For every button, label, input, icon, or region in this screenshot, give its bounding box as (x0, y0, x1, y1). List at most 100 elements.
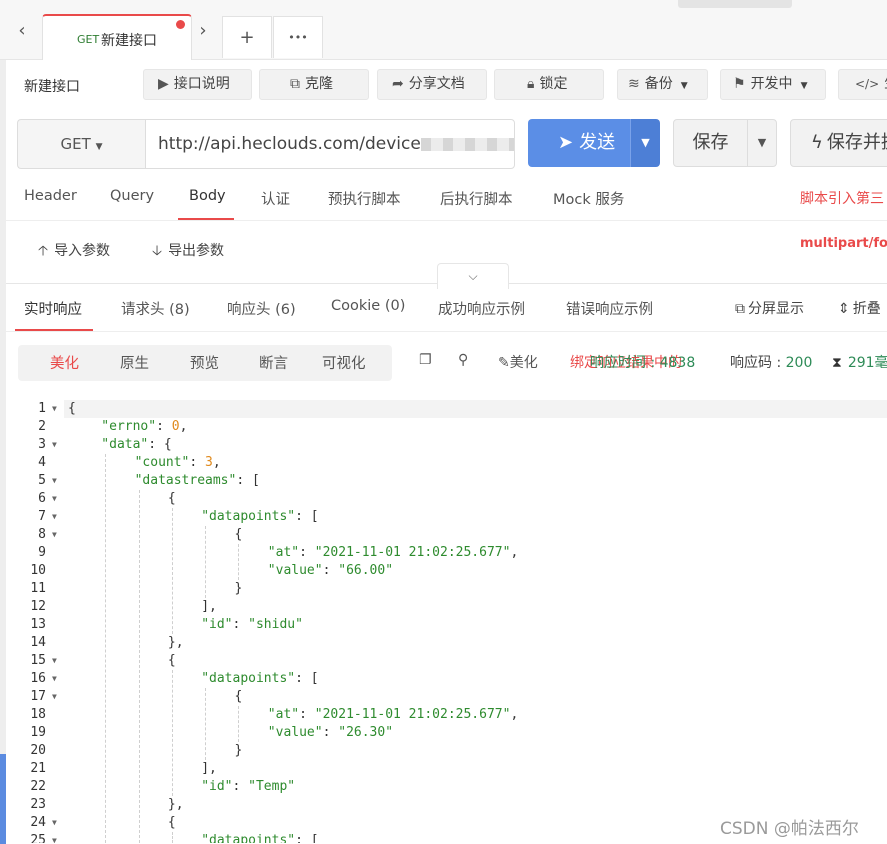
fold-arrow-icon[interactable]: ▼ (52, 508, 60, 526)
export-params-button[interactable]: 🡣 导出参数 (152, 240, 224, 264)
hourglass-icon: ⧗ (832, 355, 842, 371)
line-number: 25 (30, 833, 46, 843)
save-dropdown-button[interactable]: ▼ (747, 119, 777, 167)
response-time-label: 响应时间 : 4838 (590, 355, 696, 371)
fold-arrow-icon[interactable]: ▼ (52, 688, 60, 706)
tab-cookie[interactable]: Cookie (0) (331, 298, 405, 314)
tab-post-script[interactable]: 后执行脚本 (440, 188, 513, 209)
fold-arrow-icon[interactable]: ▼ (52, 472, 60, 490)
view-mode-assert[interactable]: 断言 (259, 352, 288, 373)
share-doc-button[interactable]: ➦ 分享文档 (377, 69, 487, 100)
send-button[interactable]: ➤ 发送 (528, 119, 630, 167)
chevron-down-icon: ▼ (800, 81, 808, 91)
more-tabs-button[interactable]: ••• (273, 16, 323, 58)
tab-live-response[interactable]: 实时响应 (24, 298, 82, 319)
fold-arrow-icon[interactable]: ▼ (52, 832, 60, 843)
fold-arrow-icon[interactable]: ▼ (52, 670, 60, 688)
response-code-editor[interactable]: 1 ▼ 2 3 ▼ 4 5 ▼ 6 ▼ 7 ▼ 8 ▼ 9 10 11 12 13 14 15 ▼ 16 ▼ 17 ▼ 18 19 20… (6, 398, 887, 843)
save-button[interactable]: 保存 (673, 119, 748, 167)
tab-request-headers[interactable]: 请求头 (8) (121, 298, 190, 319)
line-number: 20 (30, 743, 46, 758)
code-line: "data": { (101, 437, 172, 452)
view-mode-preview[interactable]: 预览 (190, 352, 219, 373)
split-view-button[interactable]: ⧉ 分屏显示 (735, 298, 804, 318)
line-number: 14 (30, 635, 46, 650)
code-line: { (234, 689, 243, 704)
line-number: 24 (30, 815, 46, 830)
code-content: {"errno": 0, "data": {"count": 3, "datastr… (64, 398, 887, 843)
code-line: } (234, 581, 243, 596)
script-import-note[interactable]: 脚本引入第三 (800, 188, 884, 208)
beautify-button[interactable]: ✎美化 (498, 352, 538, 372)
tab-title: 新建接口 (101, 33, 157, 49)
fold-arrow-icon[interactable]: ▼ (52, 526, 60, 544)
tab-success-example[interactable]: 成功响应示例 (438, 298, 525, 319)
code-line: { (167, 815, 176, 830)
line-number: 12 (30, 599, 46, 614)
add-tab-button[interactable]: + (222, 16, 272, 58)
divider (6, 220, 887, 221)
top-scroll-thumb[interactable] (678, 0, 792, 8)
tab-header[interactable]: Header (24, 188, 77, 204)
tab-body[interactable]: Body (189, 188, 226, 204)
content-type-label[interactable]: multipart/for (800, 236, 887, 251)
collapse-handle[interactable]: ⌵ (437, 263, 509, 289)
caret-down-icon: ▼ (757, 136, 767, 149)
save-and-run-button[interactable]: ϟ保存并执 (790, 119, 887, 167)
fold-label: 折叠 (852, 301, 881, 317)
doc-button[interactable]: ▶ 接口说明 (143, 69, 252, 100)
generate-code-button[interactable]: </>生 (838, 69, 887, 100)
backup-button[interactable]: ≋ 备份 ▼ (617, 69, 708, 100)
import-params-button[interactable]: 🡡 导入参数 (38, 240, 110, 264)
chevron-right-icon[interactable]: › (193, 18, 213, 44)
code-line: }, (167, 635, 184, 650)
fold-arrow-icon[interactable]: ▼ (52, 436, 60, 454)
tab-pre-script[interactable]: 预执行脚本 (328, 188, 401, 209)
lock-button[interactable]: 🔒︎ 锁定 (494, 69, 604, 100)
view-mode-pretty[interactable]: 美化 (50, 352, 79, 373)
fold-arrow-icon[interactable]: ▼ (52, 490, 60, 508)
fold-button[interactable]: ⇕ 折叠 (838, 298, 881, 318)
tab-auth[interactable]: 认证 (261, 188, 290, 209)
view-mode-raw[interactable]: 原生 (120, 352, 149, 373)
tab-response-headers[interactable]: 响应头 (6) (227, 298, 296, 319)
status-dev-button[interactable]: ⚑ 开发中 ▼ (720, 69, 826, 100)
line-number: 9 (38, 545, 46, 560)
view-mode-visual[interactable]: 可视化 (322, 352, 366, 373)
line-number: 18 (30, 707, 46, 722)
lock-icon: 🔒︎ (527, 76, 535, 92)
code-line: "datastreams": [ (134, 473, 260, 488)
chevron-left-icon[interactable]: ‹ (12, 18, 32, 44)
response-status-label: 响应码 : (730, 355, 786, 371)
url-input[interactable]: http://api.heclouds.com/device (145, 119, 515, 169)
code-line: "id": "Temp" (201, 779, 296, 794)
line-number: 22 (30, 779, 46, 794)
code-line: { (167, 653, 176, 668)
copy-icon: ⧉ (290, 76, 300, 92)
lock-button-label: 锁定 (539, 76, 568, 92)
tab-query[interactable]: Query (110, 188, 154, 204)
line-number-gutter: 1 ▼ 2 3 ▼ 4 5 ▼ 6 ▼ 7 ▼ 8 ▼ 9 10 11 12 13 14 15 ▼ 16 ▼ 17 ▼ 18 19 20… (6, 398, 62, 843)
save-and-run-label: 保存并执 (826, 132, 887, 153)
clone-button[interactable]: ⧉ 克隆 (259, 69, 369, 100)
tab-new-interface[interactable]: GET 新建接口 (42, 14, 192, 60)
tab-error-example[interactable]: 错误响应示例 (566, 298, 653, 319)
fold-arrow-icon[interactable]: ▼ (52, 652, 60, 670)
line-number: 15 (30, 653, 46, 668)
method-select[interactable]: GET ▼ (17, 119, 145, 169)
line-number: 1 (38, 401, 46, 416)
line-number: 10 (30, 563, 46, 578)
send-button-label: 发送 (579, 132, 616, 153)
indent-guide (171, 670, 173, 796)
fold-arrow-icon[interactable]: ▼ (52, 400, 60, 418)
copy-icon[interactable]: ❐ (419, 352, 432, 368)
line-number: 23 (30, 797, 46, 812)
caret-down-icon: ▼ (641, 136, 650, 149)
code-line: "errno": 0, (101, 419, 188, 434)
send-dropdown-button[interactable]: ▼ (630, 119, 660, 167)
search-icon[interactable]: ⚲ (458, 352, 468, 368)
line-number: 3 (38, 437, 46, 452)
code-line: "at": "2021-11-01 21:02:25.677", (267, 545, 519, 560)
tab-mock[interactable]: Mock 服务 (553, 188, 624, 209)
fold-arrow-icon[interactable]: ▼ (52, 814, 60, 832)
